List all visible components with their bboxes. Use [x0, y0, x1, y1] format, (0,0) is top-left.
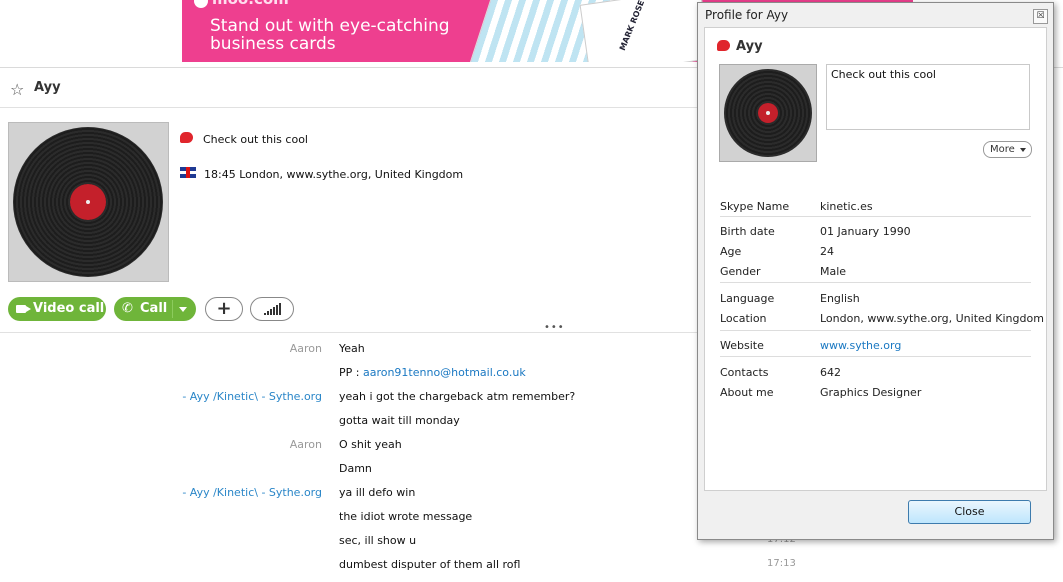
video-camera-icon [16, 305, 31, 313]
business-card-text: MARK ROSE TIETJEN [617, 0, 661, 52]
message-time: 17:13 [767, 558, 796, 569]
divider [720, 216, 1031, 217]
dialog-title: Profile for Ayy [705, 8, 789, 22]
message-sender[interactable]: - Ayy /Kinetic\ - Sythe.org [182, 486, 322, 499]
profile-name: Ayy [736, 39, 763, 54]
message-text: yeah i got the chargeback atm remember? [339, 390, 576, 403]
divider [720, 330, 1031, 331]
message-text: O shit yeah [339, 438, 402, 451]
ad-headline: Stand out with eye-catching business car… [210, 17, 450, 53]
chat-message: dumbest disputer of them all rofl 17:13 [0, 558, 800, 578]
profile-avatar [719, 64, 817, 162]
chat-message: Aaron Yeah [0, 342, 800, 362]
phone-icon: ✆ [122, 301, 133, 316]
contact-mood: Check out this cool [203, 133, 308, 146]
signal-bars-icon [273, 307, 275, 315]
signal-bars-icon [279, 303, 281, 315]
call-label: Call [140, 301, 168, 316]
moo-logo-icon [194, 0, 208, 8]
birth-date-value: 01 January 1990 [820, 225, 911, 238]
message-sender[interactable]: - Ayy /Kinetic\ - Sythe.org [182, 390, 322, 403]
contact-name: Ayy [34, 80, 61, 95]
signal-bars-icon [276, 305, 278, 315]
website-link[interactable]: www.sythe.org [820, 339, 901, 352]
message-text: Yeah [339, 342, 365, 355]
skype-status-icon [717, 40, 730, 51]
website-label: Website [720, 339, 764, 352]
language-value: English [820, 292, 860, 305]
more-label: More [990, 144, 1015, 155]
divider [720, 356, 1031, 357]
call-button[interactable]: ✆ Call [114, 297, 196, 321]
message-text: PP : aaron91tenno@hotmail.co.uk [339, 366, 526, 379]
signal-bars-icon [270, 309, 272, 315]
language-label: Language [720, 292, 775, 305]
vinyl-record-icon [13, 127, 163, 277]
chat-message: - Ayy /Kinetic\ - Sythe.org ya ill defo … [0, 486, 800, 506]
profile-panel: Ayy Check out this cool More Skype Name … [704, 27, 1047, 491]
chat-message: Aaron O shit yeah [0, 438, 800, 458]
chat-message: gotta wait till monday [0, 414, 800, 434]
skype-name-value: kinetic.es [820, 200, 873, 213]
business-card-image: MARK ROSE TIETJEN [579, 0, 711, 62]
profile-dialog: Profile for Ayy ☒ Ayy Check out this coo… [697, 2, 1054, 540]
favorite-star-icon[interactable]: ☆ [10, 80, 24, 99]
chat-message: Damn [0, 462, 800, 482]
age-label: Age [720, 245, 742, 258]
chat-message: the idiot wrote message [0, 510, 800, 530]
chat-message: PP : aaron91tenno@hotmail.co.uk [0, 366, 800, 386]
more-button[interactable]: More [983, 141, 1032, 158]
video-call-label: Video call [33, 301, 105, 316]
call-quality-button[interactable] [250, 297, 294, 321]
ad-headline-line1: Stand out with eye-catching [210, 16, 450, 36]
video-call-button[interactable]: Video call [8, 297, 106, 321]
gender-label: Gender [720, 265, 761, 278]
message-text: the idiot wrote message [339, 510, 473, 523]
message-sender: Aaron [289, 342, 322, 355]
divider [172, 300, 173, 318]
close-button[interactable]: Close [908, 500, 1031, 524]
ad-headline-line2: business cards [210, 34, 336, 54]
add-button[interactable]: + [205, 297, 243, 321]
contact-location: 18:45 London, www.sythe.org, United King… [204, 168, 464, 181]
signal-bars-icon [264, 313, 266, 315]
message-prefix: PP : [339, 366, 363, 379]
vinyl-record-icon [724, 69, 812, 157]
chevron-down-icon [1020, 148, 1026, 152]
gender-value: Male [820, 265, 847, 278]
contacts-label: Contacts [720, 366, 769, 379]
divider [720, 282, 1031, 283]
skype-mood-icon [180, 132, 193, 143]
ad-brand: moo.com [212, 0, 289, 8]
contact-avatar[interactable] [8, 122, 169, 282]
message-text: dumbest disputer of them all rofl [339, 558, 521, 571]
message-text: gotta wait till monday [339, 414, 460, 427]
message-text: Damn [339, 462, 372, 475]
skype-name-label: Skype Name [720, 200, 790, 213]
chat-message: - Ayy /Kinetic\ - Sythe.org yeah i got t… [0, 390, 800, 410]
email-link[interactable]: aaron91tenno@hotmail.co.uk [363, 366, 526, 379]
signal-bars-icon [267, 311, 269, 315]
uk-flag-icon [180, 167, 196, 178]
divider [0, 107, 700, 108]
divider [0, 332, 700, 333]
location-value: London, www.sythe.org, United Kingdom [820, 312, 1044, 325]
chevron-down-icon[interactable] [179, 307, 187, 312]
message-sender: Aaron [289, 438, 322, 451]
chat-message: sec, ill show u 17:12 [0, 534, 800, 554]
close-icon[interactable]: ☒ [1033, 9, 1048, 24]
message-text: ya ill defo win [339, 486, 416, 499]
age-value: 24 [820, 245, 834, 258]
about-me-value: Graphics Designer [820, 386, 922, 399]
birth-date-label: Birth date [720, 225, 775, 238]
location-label: Location [720, 312, 767, 325]
message-text: sec, ill show u [339, 534, 417, 547]
about-me-label: About me [720, 386, 774, 399]
profile-mood-text: Check out this cool [826, 64, 1030, 130]
contacts-value: 642 [820, 366, 841, 379]
